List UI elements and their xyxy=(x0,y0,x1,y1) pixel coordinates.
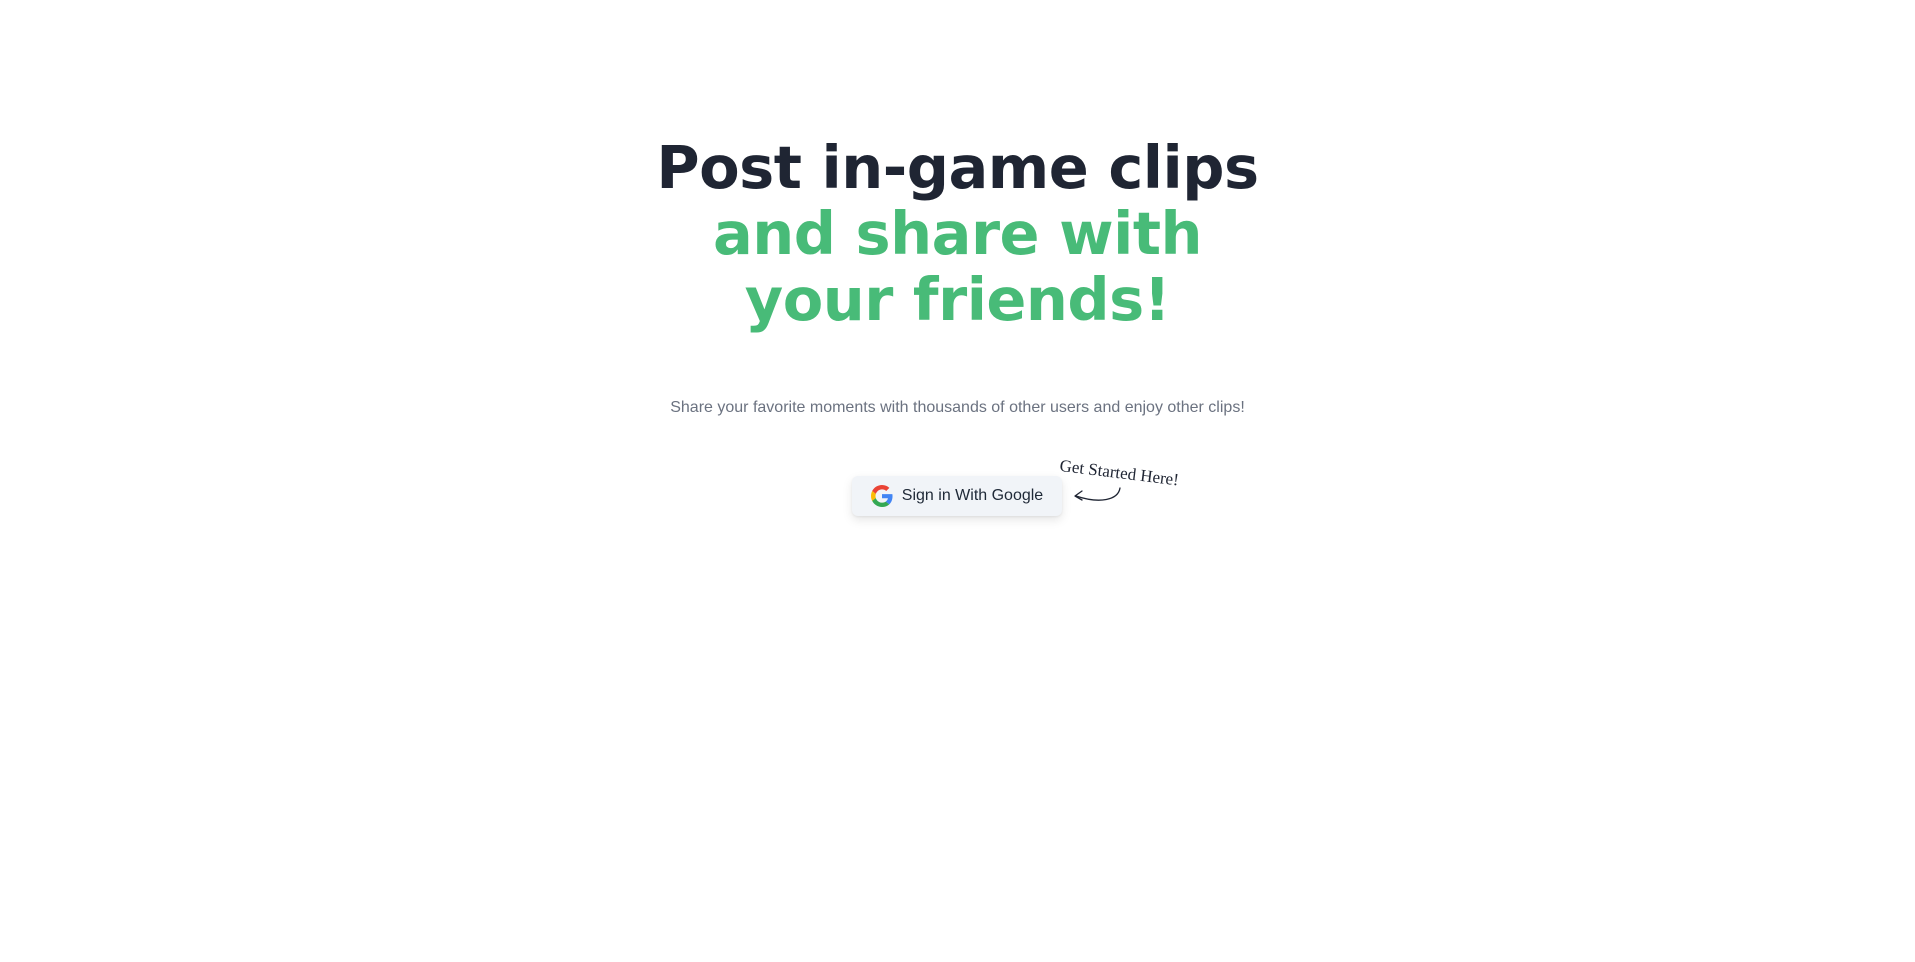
landing-page: Post in-game clips and share with your f… xyxy=(0,0,1915,962)
google-icon xyxy=(870,485,893,507)
headline-line-accent: and share with your friends! xyxy=(712,199,1203,334)
hero-section: Post in-game clips and share with your f… xyxy=(0,135,1915,333)
get-started-annotation: Get Started Here! xyxy=(1058,452,1208,512)
hero-subtitle: Share your favorite moments with thousan… xyxy=(670,399,1245,416)
sign-in-with-google-button[interactable]: Sign in With Google xyxy=(852,476,1062,516)
hero-headline: Post in-game clips and share with your f… xyxy=(0,135,1915,333)
sign-in-button-label: Sign in With Google xyxy=(901,487,1044,504)
headline-line-primary: Post in-game clips xyxy=(656,133,1259,202)
curved-arrow-icon xyxy=(1074,487,1121,501)
